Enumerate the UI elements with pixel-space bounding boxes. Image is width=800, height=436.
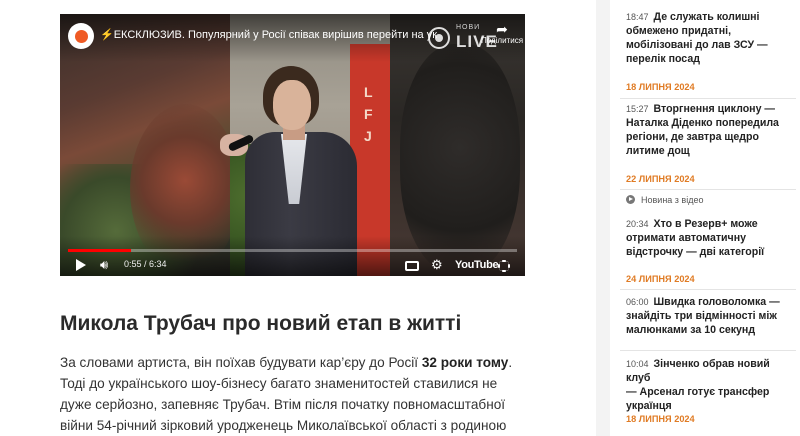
date-label: 22 ЛИПНЯ 2024 <box>626 174 695 184</box>
divider <box>620 189 796 190</box>
news-item[interactable]: 15:27 Вторгнення циклону — Наталка Діденк… <box>626 102 796 158</box>
share-button[interactable]: ➦ Поділитися <box>478 22 525 58</box>
divider <box>620 289 796 290</box>
share-icon: ➦ <box>496 21 508 37</box>
date-label: 24 ЛИПНЯ 2024 <box>626 274 695 284</box>
channel-logo[interactable] <box>68 23 94 49</box>
video-player[interactable]: L F J ⚡ЕКСКЛЮЗИВ. Популярний у Росії спі… <box>60 14 525 276</box>
news-item[interactable]: 20:34 Хто в Резерв+ може отримати автомат… <box>626 217 796 259</box>
progress-fill <box>68 249 131 252</box>
date-label: 18 ЛИПНЯ 2024 <box>626 414 695 424</box>
subtitles-icon[interactable] <box>405 261 419 271</box>
news-item[interactable]: 06:00 Швидка головоломка — знайдіть три в… <box>626 295 796 337</box>
article-paragraph: За словами артиста, він поїхав будувати … <box>60 355 513 433</box>
youtube-logo[interactable]: YouTube <box>455 259 499 271</box>
divider <box>620 350 796 351</box>
video-title[interactable]: ⚡ЕКСКЛЮЗИВ. Популярний у Росії співак ви… <box>100 28 452 44</box>
main-content: L F J ⚡ЕКСКЛЮЗИВ. Популярний у Росії спі… <box>0 0 596 436</box>
date-label: 18 ЛИПНЯ 2024 <box>626 82 695 92</box>
progress-bar[interactable] <box>68 249 517 252</box>
divider <box>620 98 796 99</box>
news-item[interactable]: 18:47 Де служать колишні обмежено придатн… <box>626 10 796 66</box>
time-display: 0:55 / 6:34 <box>124 259 167 269</box>
player-controls: 🔊︎ 0:55 / 6:34 ⚙ YouTube <box>60 255 525 275</box>
video-news-tag: Новина з відео <box>626 195 703 205</box>
fullscreen-icon[interactable] <box>498 260 510 272</box>
gear-icon[interactable]: ⚙ <box>431 257 443 273</box>
volume-icon[interactable]: 🔊︎ <box>100 257 108 273</box>
article-headline: Микола Трубач про новий етап в житті <box>60 312 462 335</box>
play-circle-icon <box>626 195 635 204</box>
news-item[interactable]: 10:04 Зінченко обрав новий клуб — Арсенал… <box>626 357 796 413</box>
play-icon[interactable] <box>76 259 86 271</box>
